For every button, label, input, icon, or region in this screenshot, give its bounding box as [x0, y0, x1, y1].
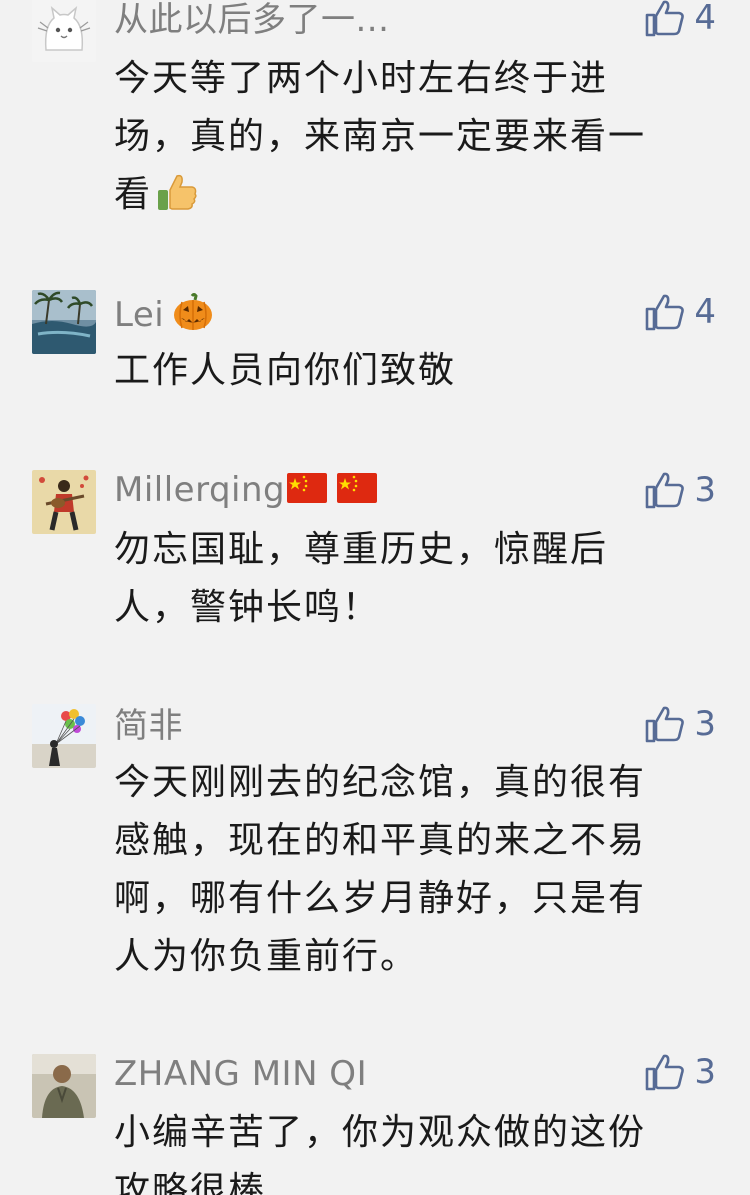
thumbs-up-icon	[644, 0, 686, 38]
like-button[interactable]: 4	[644, 290, 716, 334]
comment-nickname[interactable]: Lei	[114, 292, 214, 341]
guitar-player-avatar[interactable]	[32, 470, 96, 534]
comment-item: ZHANG MIN QI 3 小编辛苦了，你为观众做的这份 攻略很棒	[0, 1050, 750, 1195]
comment-nickname[interactable]: 简非	[114, 706, 183, 746]
like-count: 4	[694, 0, 716, 38]
comment-nickname[interactable]: Millerqing	[114, 470, 378, 512]
comment-line: 场，真的，来南京一定要来看一	[114, 116, 647, 157]
comment-text: 今天等了两个小时左右终于进 场，真的，来南京一定要来看一 看	[114, 50, 704, 232]
comment-item: 从此以后多了一... 4 今天等了两个小时左右终于进 场，真的，来南京一定要来看…	[0, 0, 750, 250]
like-count: 3	[694, 704, 716, 744]
palm-tree-pool-avatar[interactable]	[32, 290, 96, 354]
comment-item: 简非 3 今天刚刚去的纪念馆，真的很有 感触，现在的和平真的来之不易 啊，哪有什…	[0, 700, 750, 1000]
thumbs-up-icon	[644, 470, 686, 510]
comment-line: 今天刚刚去的纪念馆，真的很有	[114, 762, 647, 803]
like-count: 4	[694, 292, 716, 332]
thumbs-up-icon	[644, 292, 686, 332]
comment-line: 人为你负重前行。	[114, 936, 419, 977]
person-photo-avatar[interactable]	[32, 1054, 96, 1118]
comment-line: 勿忘国耻，尊重历史，惊醒后	[114, 529, 609, 570]
comment-nickname[interactable]: ZHANG MIN QI	[114, 1054, 367, 1094]
comment-text: 小编辛苦了，你为观众做的这份 攻略很棒	[114, 1104, 704, 1195]
comment-text: 工作人员向你们致敬	[114, 342, 704, 400]
comment-line: 感触，现在的和平真的来之不易	[114, 820, 647, 861]
like-count: 3	[694, 1052, 716, 1092]
comment-item: Lei 4 工作人员向你们致敬	[0, 286, 750, 406]
comment-line: 人，警钟长鸣！	[114, 587, 381, 628]
comment-line: 看	[114, 174, 153, 215]
china-flag-emoji	[337, 472, 378, 512]
thumbs-up-icon	[644, 1052, 686, 1092]
comment-item: Millerqing 3 勿忘国耻，尊重历史，惊醒后 人，警钟长鸣！	[0, 466, 750, 646]
china-flag-emoji	[287, 472, 328, 512]
nickname-text: Millerqing	[114, 470, 286, 510]
like-button[interactable]: 3	[644, 468, 716, 512]
comment-line: 啊，哪有什么岁月静好，只是有	[114, 878, 647, 919]
balloons-avatar[interactable]	[32, 704, 96, 768]
like-count: 3	[694, 470, 716, 510]
thumbs-up-icon	[644, 704, 686, 744]
comment-line: 今天等了两个小时左右终于进	[114, 58, 609, 99]
jack-o-lantern-emoji	[172, 292, 214, 341]
nickname-text: Lei	[114, 295, 165, 335]
comment-line: 小编辛苦了，你为观众做的这份	[114, 1112, 647, 1153]
comment-list: 从此以后多了一... 4 今天等了两个小时左右终于进 场，真的，来南京一定要来看…	[0, 0, 750, 1195]
comment-line: 攻略很棒	[114, 1170, 267, 1195]
like-button[interactable]: 3	[644, 1050, 716, 1094]
like-button[interactable]: 4	[644, 0, 716, 40]
thumbs-up-emoji	[154, 168, 200, 232]
comment-line: 工作人员向你们致敬	[114, 350, 457, 391]
comment-text: 今天刚刚去的纪念馆，真的很有 感触，现在的和平真的来之不易 啊，哪有什么岁月静好…	[114, 754, 704, 986]
comment-nickname[interactable]: 从此以后多了一...	[114, 0, 389, 40]
like-button[interactable]: 3	[644, 702, 716, 746]
comment-text: 勿忘国耻，尊重历史，惊醒后 人，警钟长鸣！	[114, 521, 704, 637]
white-cat-avatar[interactable]	[32, 0, 96, 62]
